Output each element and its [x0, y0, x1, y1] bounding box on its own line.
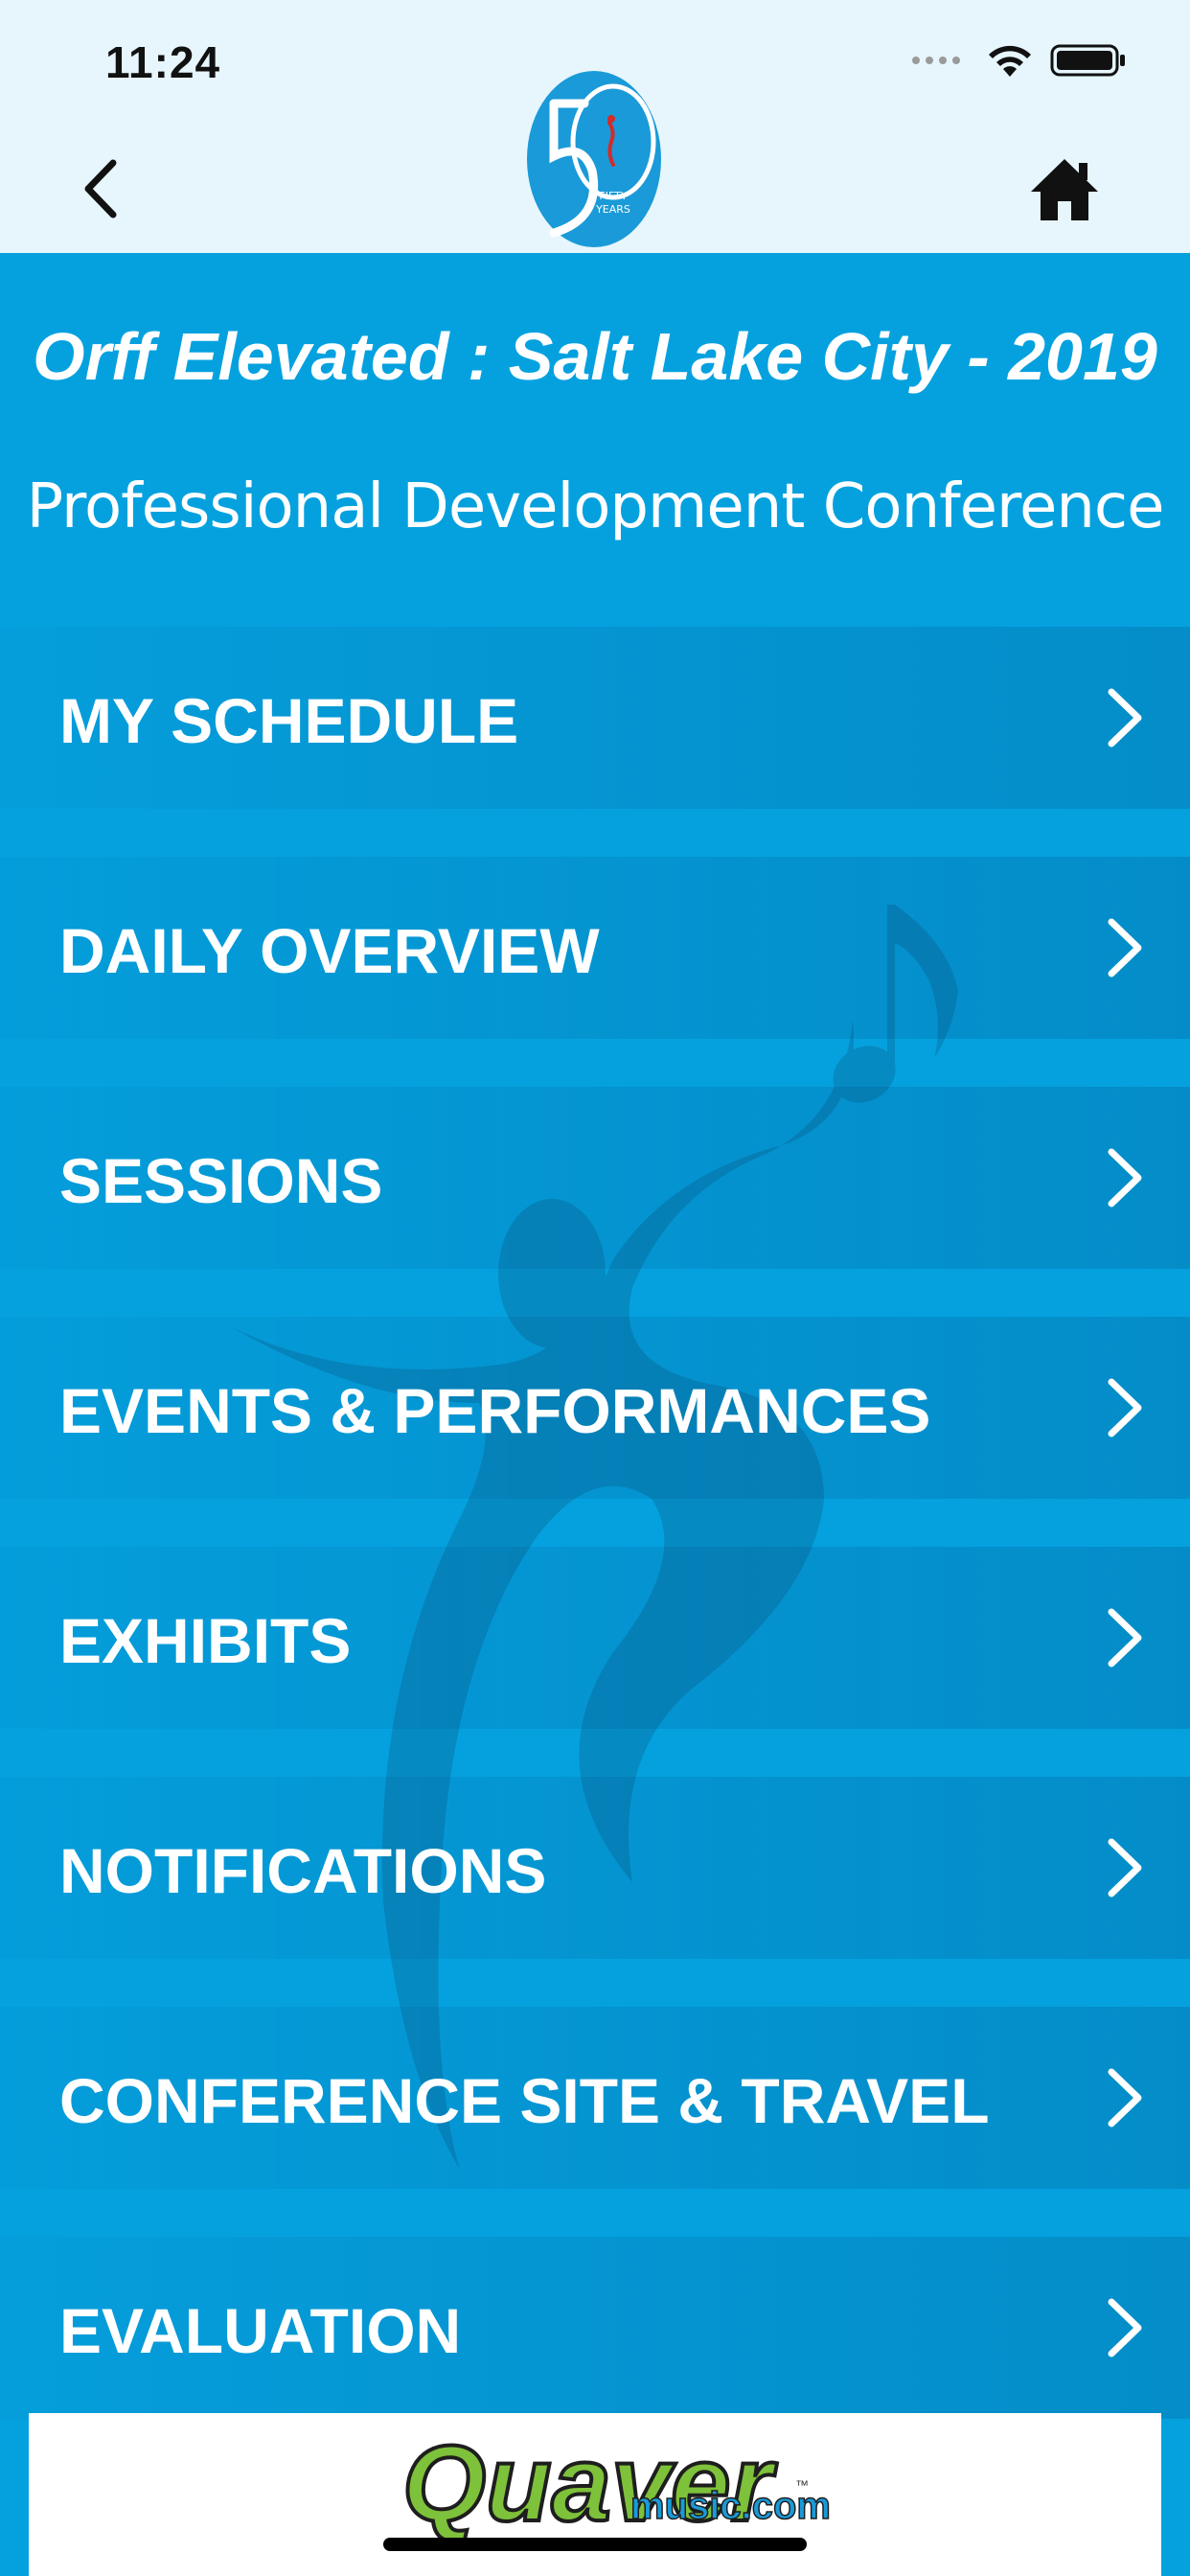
chevron-right-icon: [1108, 1148, 1142, 1208]
cellular-signal-icon: [912, 57, 960, 64]
home-icon[interactable]: [1027, 155, 1102, 224]
chevron-right-icon: [1108, 2298, 1142, 2358]
menu-item-label: EVALUATION: [59, 2295, 462, 2366]
menu-item-label: CONFERENCE SITE & TRAVEL: [59, 2065, 990, 2136]
menu-item-notifications[interactable]: NOTIFICATIONS: [0, 1777, 1190, 1959]
menu-item-sessions[interactable]: SESSIONS: [0, 1087, 1190, 1269]
menu-item-label: NOTIFICATIONS: [59, 1835, 547, 1906]
menu-item-label: SESSIONS: [59, 1145, 383, 1216]
status-time: 11:24: [105, 37, 221, 87]
svg-text:YEARS: YEARS: [595, 203, 630, 216]
menu-item-label: MY SCHEDULE: [59, 685, 519, 756]
quaver-music-logo: Quaver music.com ™: [400, 2422, 832, 2545]
main-content: Orff Elevated : Salt Lake City - 2019 Pr…: [0, 253, 1190, 2576]
menu-item-label: DAILY OVERVIEW: [59, 915, 600, 986]
top-nav-bar: 11:24 FIFTY YEARS: [0, 0, 1190, 253]
chevron-right-icon: [1108, 2068, 1142, 2128]
chevron-right-icon: [1108, 1838, 1142, 1898]
home-indicator[interactable]: [383, 2538, 807, 2551]
menu-item-label: EVENTS & PERFORMANCES: [59, 1375, 931, 1446]
fifty-years-logo: FIFTY YEARS: [527, 71, 661, 247]
menu-item-events-performances[interactable]: EVENTS & PERFORMANCES: [0, 1317, 1190, 1499]
logo-text: FIFTY: [599, 190, 627, 202]
ad-trademark: ™: [795, 2477, 809, 2493]
menu-item-exhibits[interactable]: EXHIBITS: [0, 1547, 1190, 1729]
chevron-right-icon: [1108, 1608, 1142, 1668]
status-icons: [912, 42, 1127, 79]
menu-item-evaluation[interactable]: EVALUATION: [0, 2237, 1190, 2419]
battery-icon: [1050, 44, 1125, 77]
back-chevron-icon[interactable]: [75, 155, 128, 222]
menu-item-my-schedule[interactable]: MY SCHEDULE: [0, 627, 1190, 809]
wifi-icon: [989, 45, 1031, 77]
conference-title: Orff Elevated : Salt Lake City - 2019: [33, 319, 1157, 394]
chevron-right-icon: [1108, 688, 1142, 748]
chevron-right-icon: [1108, 1378, 1142, 1438]
conference-subtitle: Professional Development Conference: [26, 472, 1165, 542]
menu-item-daily-overview[interactable]: DAILY OVERVIEW: [0, 857, 1190, 1039]
chevron-right-icon: [1108, 918, 1142, 978]
menu-item-label: EXHIBITS: [59, 1605, 352, 1676]
menu-item-conference-site-travel[interactable]: CONFERENCE SITE & TRAVEL: [0, 2007, 1190, 2189]
ad-banner[interactable]: Quaver music.com ™: [29, 2413, 1161, 2576]
